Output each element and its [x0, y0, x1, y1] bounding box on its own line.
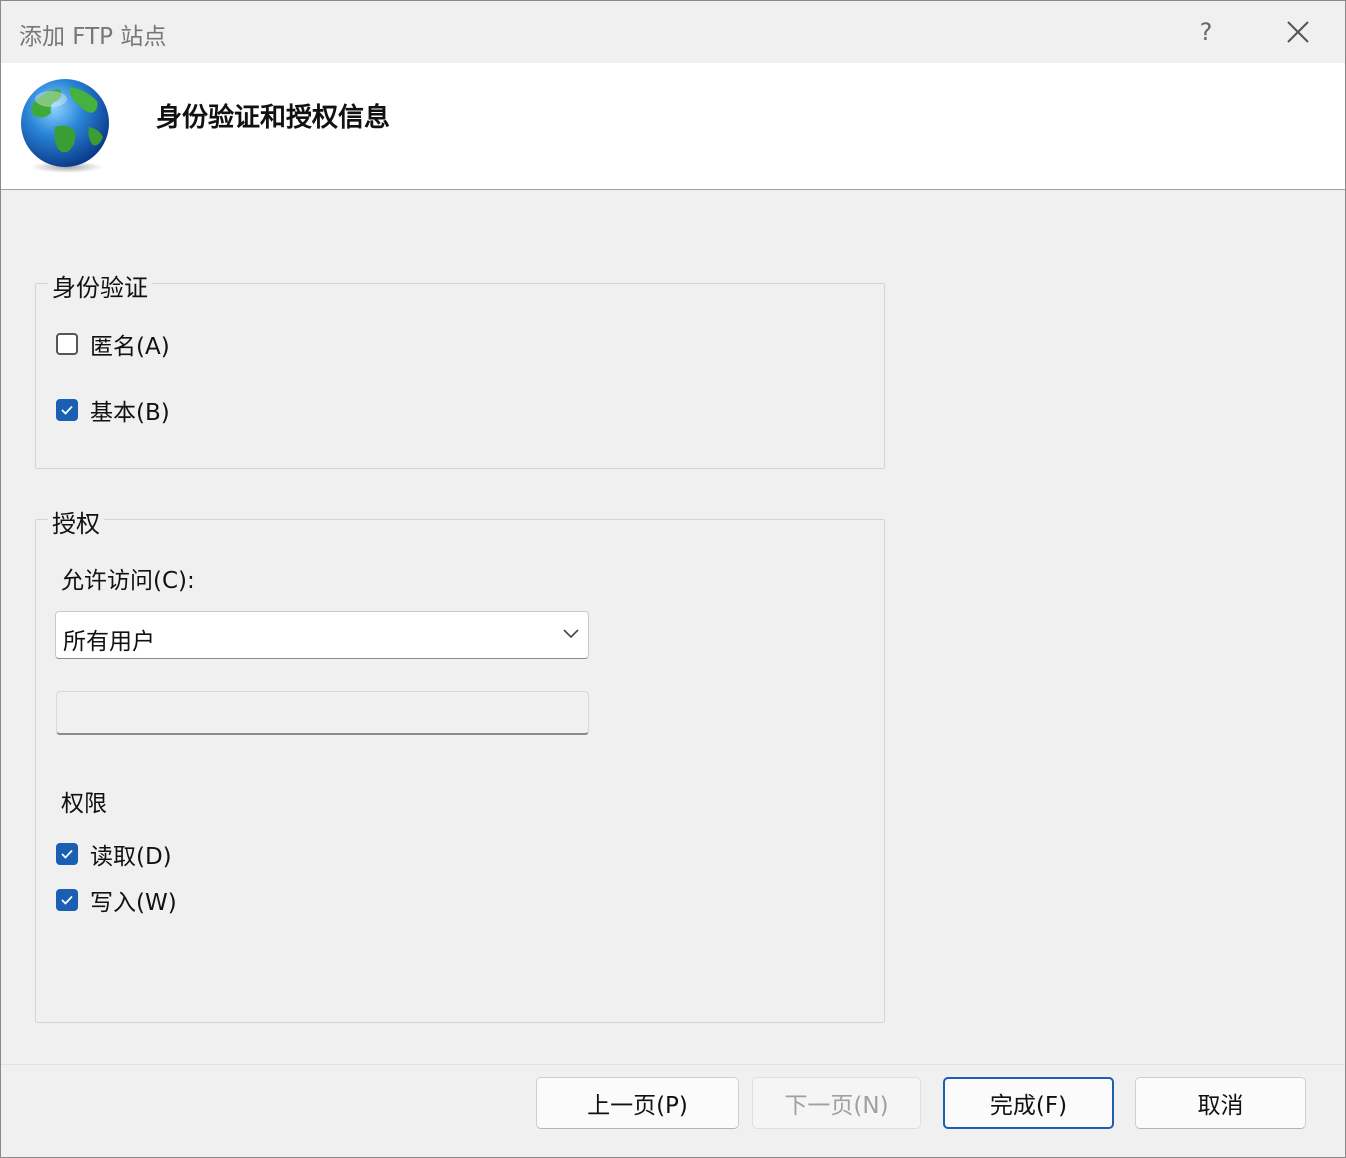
- help-icon: ?: [1199, 18, 1213, 46]
- checkbox-checked-icon: [56, 843, 78, 865]
- read-checkbox[interactable]: 读取(D): [56, 837, 172, 871]
- add-ftp-site-dialog: 添加 FTP 站点 ? 身份验证和授权信息 身份验证 匿名(A) 基本(B) 授…: [0, 0, 1346, 1158]
- basic-label: 基本(B): [90, 400, 170, 426]
- checkbox-unchecked-icon: [56, 333, 78, 355]
- page-title: 身份验证和授权信息: [156, 103, 391, 133]
- cancel-button[interactable]: 取消: [1135, 1077, 1306, 1129]
- previous-button[interactable]: 上一页(P): [536, 1077, 739, 1129]
- title-bar: 添加 FTP 站点 ?: [1, 1, 1345, 63]
- authorization-legend: 授权: [48, 504, 104, 539]
- chevron-down-icon: [563, 629, 579, 639]
- footer-divider: [1, 1064, 1345, 1065]
- users-input[interactable]: [56, 691, 589, 735]
- finish-button[interactable]: 完成(F): [943, 1077, 1114, 1129]
- permissions-label: 权限: [61, 791, 107, 817]
- globe-icon: [21, 79, 109, 173]
- checkbox-checked-icon: [56, 889, 78, 911]
- authentication-legend: 身份验证: [48, 268, 152, 303]
- read-label: 读取(D): [90, 844, 172, 870]
- anonymous-checkbox[interactable]: 匿名(A): [56, 327, 170, 361]
- window-title: 添加 FTP 站点: [19, 24, 167, 50]
- close-button[interactable]: [1271, 9, 1325, 55]
- allow-access-label: 允许访问(C):: [61, 568, 195, 594]
- basic-checkbox[interactable]: 基本(B): [56, 393, 170, 427]
- anonymous-label: 匿名(A): [90, 334, 170, 360]
- write-checkbox[interactable]: 写入(W): [56, 883, 177, 917]
- next-button[interactable]: 下一页(N): [752, 1077, 921, 1129]
- allow-access-dropdown[interactable]: 所有用户: [55, 611, 589, 659]
- allow-access-value: 所有用户: [63, 629, 155, 655]
- write-label: 写入(W): [90, 890, 177, 916]
- help-button[interactable]: ?: [1181, 9, 1231, 55]
- authentication-group: 身份验证: [35, 268, 885, 469]
- checkbox-checked-icon: [56, 399, 78, 421]
- close-icon: [1287, 21, 1309, 43]
- wizard-header: 身份验证和授权信息: [1, 63, 1345, 190]
